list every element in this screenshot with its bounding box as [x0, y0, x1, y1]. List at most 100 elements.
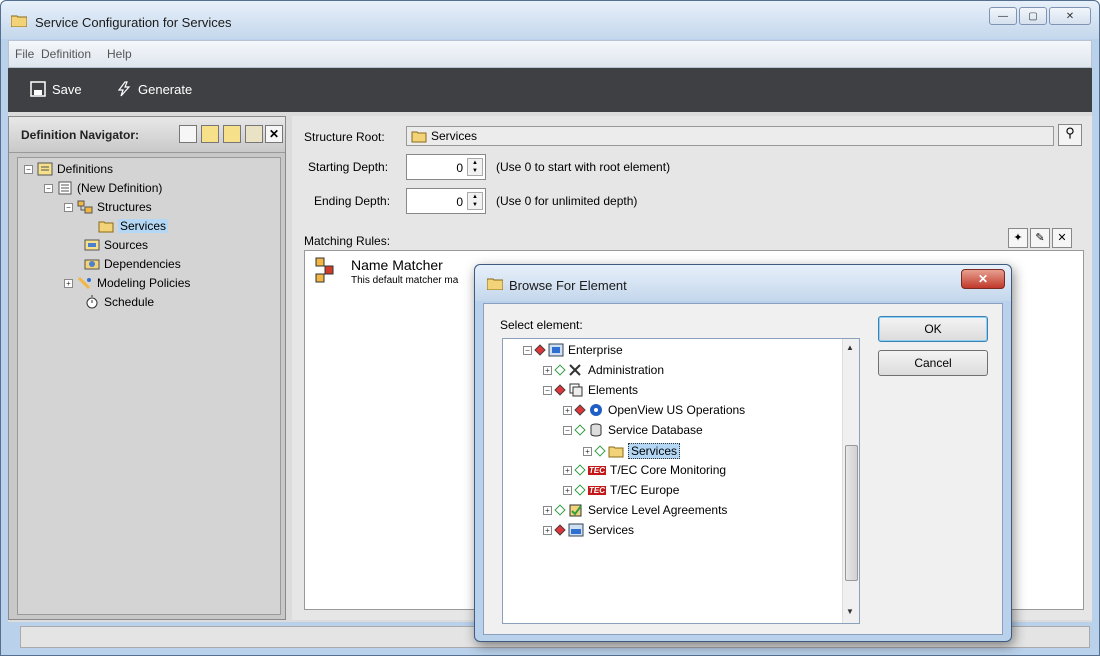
delete-rule-button[interactable]: ✕ — [1052, 228, 1072, 248]
folder-icon — [411, 131, 427, 143]
tree-item-services[interactable]: Services — [98, 219, 169, 233]
starting-depth-spinner[interactable]: 0 ▲ ▼ — [406, 154, 486, 180]
delete-icon: ✕ — [1057, 232, 1067, 244]
generate-button[interactable]: Generate — [116, 81, 192, 97]
navigator-header: Definition Navigator: ✕ — [9, 117, 285, 153]
status-critical-icon — [554, 384, 566, 396]
navigator-title: Definition Navigator: — [21, 128, 140, 142]
modeling-policies-icon — [77, 276, 91, 290]
matching-rules-label: Matching Rules: — [304, 234, 391, 248]
tree-label: Services — [628, 443, 681, 459]
toolbar: Save Generate — [8, 68, 1092, 112]
edit-rule-button[interactable]: ✎ — [1030, 228, 1050, 248]
enterprise-icon — [548, 343, 564, 357]
collapse-icon[interactable]: − — [64, 202, 73, 212]
new-definition-icon[interactable] — [179, 125, 197, 143]
add-structure-icon[interactable] — [201, 125, 219, 143]
services-icon — [568, 523, 584, 537]
tree-item-service-database[interactable]: − Service Database — [563, 423, 703, 437]
expand-icon[interactable]: + — [583, 446, 592, 456]
tree-label: Schedule — [104, 295, 155, 309]
tree-item-modeling-policies[interactable]: + Modeling Policies — [64, 276, 190, 290]
collapse-icon[interactable]: − — [543, 385, 552, 395]
edit-icon[interactable] — [245, 125, 263, 143]
tree-item-sla[interactable]: + Service Level Agreements — [543, 503, 727, 517]
starting-depth-value: 0 — [456, 161, 463, 175]
status-normal-icon — [574, 484, 586, 496]
add-rule-button[interactable]: ✦ — [1008, 228, 1028, 248]
tree-item-definitions[interactable]: − Definitions — [24, 162, 113, 176]
scroll-thumb[interactable] — [845, 445, 858, 581]
tree-scrollbar[interactable]: ▲ ▼ — [842, 339, 859, 623]
spinner-arrows-icon[interactable]: ▲ ▼ — [467, 192, 483, 210]
tree-label: Services — [588, 523, 635, 537]
tree-label: OpenView US Operations — [608, 403, 746, 417]
tree-item-services[interactable]: + Services — [543, 523, 634, 537]
tec-icon: TEC — [588, 485, 606, 495]
tree-label: Enterprise — [568, 343, 623, 357]
scroll-up-icon[interactable]: ▲ — [846, 343, 854, 352]
tree-item-services-selected[interactable]: + Services — [583, 443, 681, 459]
maximize-button[interactable]: ▢ — [1019, 7, 1047, 25]
starting-depth-hint: (Use 0 to start with root element) — [496, 160, 671, 174]
new-icon: ✦ — [1013, 232, 1023, 244]
elements-icon — [569, 383, 583, 397]
expand-icon[interactable]: + — [563, 405, 572, 415]
tree-item-enterprise[interactable]: − Enterprise — [523, 343, 623, 357]
expand-icon[interactable]: + — [543, 505, 552, 515]
save-label: Save — [52, 81, 82, 97]
expand-icon[interactable]: + — [543, 525, 552, 535]
menu-help[interactable]: Help — [107, 47, 132, 61]
delete-icon[interactable]: ✕ — [265, 125, 283, 143]
definition-icon — [58, 181, 72, 195]
expand-icon[interactable]: + — [64, 278, 73, 288]
collapse-icon[interactable]: − — [44, 183, 53, 193]
status-normal-icon — [574, 464, 586, 476]
tree-item-elements[interactable]: − Elements — [543, 383, 638, 397]
collapse-icon[interactable]: − — [24, 164, 33, 174]
expand-icon[interactable]: + — [563, 485, 572, 495]
generate-label: Generate — [138, 81, 193, 97]
tree-label: Definitions — [57, 162, 114, 176]
dialog-close-button[interactable]: ✕ — [961, 269, 1005, 289]
ending-depth-hint: (Use 0 for unlimited depth) — [496, 194, 638, 208]
tree-item-openview[interactable]: + OpenView US Operations — [563, 403, 745, 417]
close-button[interactable]: ✕ — [1049, 7, 1091, 25]
tree-item-tec-core[interactable]: + TEC T/EC Core Monitoring — [563, 463, 726, 477]
ok-button[interactable]: OK — [878, 316, 988, 342]
menu-definition[interactable]: Definition — [41, 47, 91, 61]
status-critical-icon — [534, 344, 546, 356]
sla-icon — [569, 504, 582, 517]
tree-label: Sources — [104, 238, 149, 252]
ending-depth-spinner[interactable]: 0 ▲ ▼ — [406, 188, 486, 214]
tree-item-new-definition[interactable]: − (New Definition) — [44, 181, 162, 195]
folder-icon — [98, 221, 114, 233]
expand-icon[interactable]: + — [543, 365, 552, 375]
scroll-down-icon[interactable]: ▼ — [846, 607, 854, 616]
structures-icon — [77, 200, 93, 214]
tree-item-tec-europe[interactable]: + TEC T/EC Europe — [563, 483, 679, 497]
tree-item-schedule[interactable]: Schedule — [84, 295, 154, 309]
collapse-icon[interactable]: − — [523, 345, 532, 355]
tree-label: Service Database — [608, 423, 703, 437]
definitions-icon — [37, 162, 53, 176]
menu-bar: File Definition Help — [8, 40, 1092, 68]
find-button[interactable]: ⚲ — [1058, 124, 1082, 146]
save-button[interactable]: Save — [30, 81, 82, 97]
add-source-icon[interactable] — [223, 125, 241, 143]
spinner-arrows-icon[interactable]: ▲ ▼ — [467, 158, 483, 176]
tree-item-structures[interactable]: − Structures — [64, 200, 152, 214]
tree-item-dependencies[interactable]: Dependencies — [84, 257, 181, 271]
tree-label: Modeling Policies — [97, 276, 191, 290]
tree-item-administration[interactable]: + Administration — [543, 363, 664, 377]
tree-label: Administration — [588, 363, 665, 377]
collapse-icon[interactable]: − — [563, 425, 572, 435]
tree-label: T/EC Core Monitoring — [610, 463, 727, 477]
cancel-button[interactable]: Cancel — [878, 350, 988, 376]
menu-file[interactable]: File — [15, 47, 34, 61]
expand-icon[interactable]: + — [563, 465, 572, 475]
structure-root-value: Services — [431, 129, 478, 143]
openview-icon — [590, 404, 602, 416]
tree-item-sources[interactable]: Sources — [84, 238, 148, 252]
minimize-button[interactable]: — — [989, 7, 1017, 25]
